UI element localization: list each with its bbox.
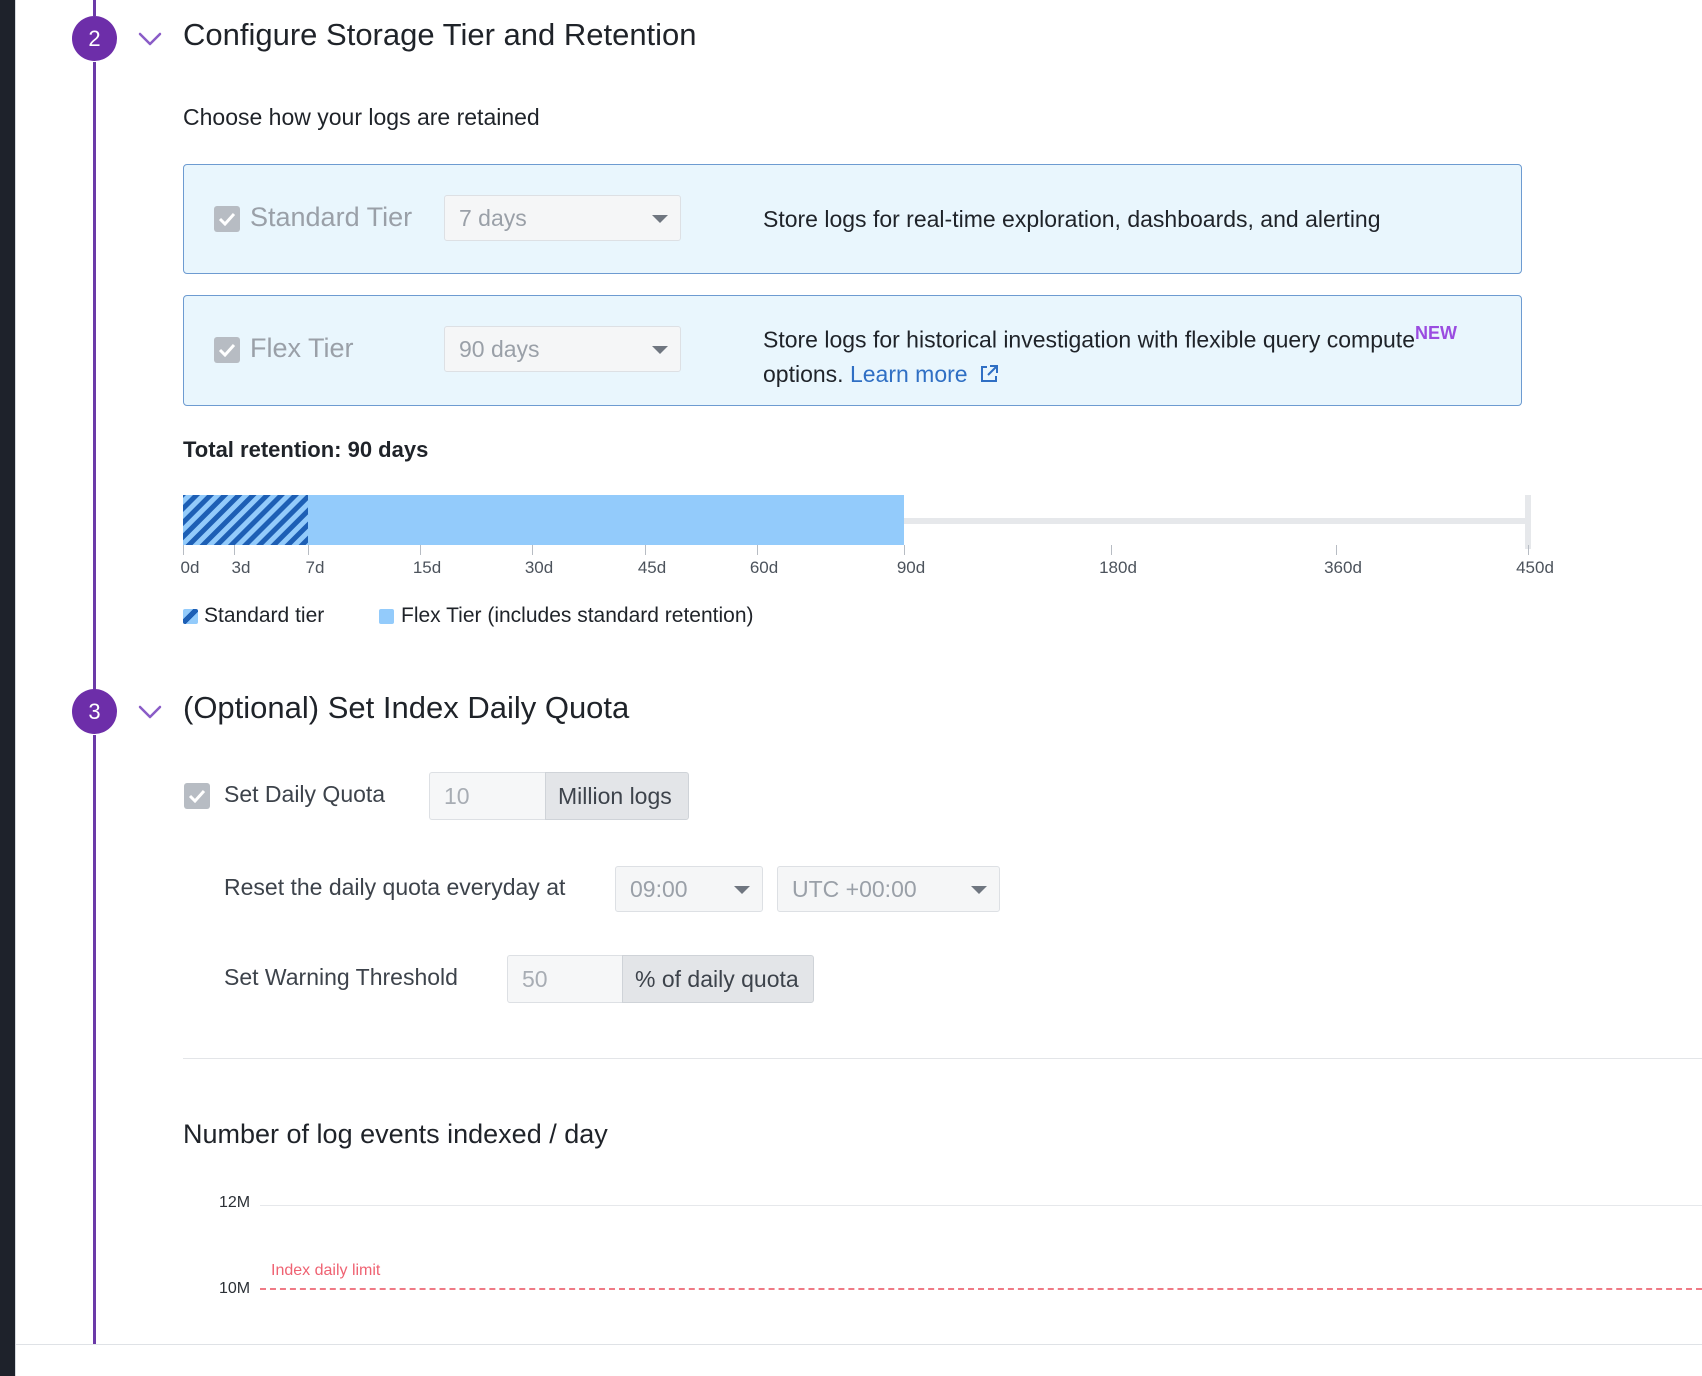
standard-tier-checkbox[interactable] (214, 206, 240, 232)
warning-threshold-input[interactable]: 50 (507, 955, 622, 1003)
retention-track-end (1525, 495, 1531, 549)
retention-bar-chart (183, 495, 1531, 549)
flex-retention-select[interactable]: 90 days (444, 326, 681, 372)
external-link-icon (980, 364, 998, 382)
daily-quota-unit: Million logs (545, 772, 689, 820)
section-divider (183, 1058, 1702, 1059)
retention-tick (183, 545, 184, 555)
flex-retention-value: 90 days (459, 335, 540, 362)
step-number: 3 (88, 698, 101, 724)
index-daily-limit-line (260, 1288, 1702, 1290)
footer-divider (16, 1344, 1702, 1345)
checkmark-icon (218, 343, 236, 357)
limit-label: Index daily limit (271, 1262, 381, 1279)
retention-tick (420, 545, 421, 555)
section-title: Configure Storage Tier and Retention (183, 17, 697, 52)
daily-quota-label: Set Daily Quota (224, 781, 386, 807)
flex-description-text: Store logs for historical investigation … (763, 326, 1415, 353)
retention-tick (645, 545, 646, 555)
window-edge-line (15, 0, 16, 1376)
standard-retention-bar (183, 495, 308, 545)
legend-flex-swatch (379, 609, 394, 624)
chevron-down-icon[interactable] (138, 705, 162, 719)
learn-more-label: Learn more (849, 360, 968, 387)
retention-tick (234, 545, 235, 555)
caret-down-icon (971, 886, 987, 894)
section-title: (Optional) Set Index Daily Quota (183, 690, 630, 725)
daily-quota-input[interactable]: 10 (429, 772, 545, 820)
timezone-value: UTC +00:00 (792, 875, 917, 902)
warning-threshold-input-group: 50 % of daily quota (507, 955, 814, 1003)
section-subtitle: Choose how your logs are retained (183, 104, 540, 130)
total-retention: Total retention: 90 days (183, 437, 429, 462)
retention-tick-label: 30d (524, 558, 554, 577)
warning-threshold-label: Set Warning Threshold (224, 964, 458, 990)
checkmark-icon (218, 212, 236, 226)
retention-tick (904, 545, 905, 555)
legend-standard-label: Standard tier (204, 604, 325, 627)
step-number: 2 (88, 25, 101, 51)
retention-tick-label: 15d (412, 558, 442, 577)
learn-more-link[interactable]: Learn more (850, 361, 1000, 387)
retention-tick-label: 45d (637, 558, 667, 577)
caret-down-icon (734, 886, 750, 894)
retention-tick-label: 60d (749, 558, 779, 577)
standard-retention-value: 7 days (459, 204, 527, 231)
retention-tick-label: 90d (896, 558, 926, 577)
retention-tick-label: 3d (231, 558, 251, 577)
legend-flex-label: Flex Tier (includes standard retention) (401, 604, 754, 627)
retention-tick-label: 360d (1324, 558, 1362, 577)
daily-quota-checkbox[interactable] (184, 783, 210, 809)
chevron-down-icon[interactable] (138, 32, 162, 46)
timezone-select[interactable]: UTC +00:00 (777, 866, 1000, 912)
daily-quota-input-group: 10 Million logs (429, 772, 689, 820)
stepper-line-step2 (93, 62, 96, 690)
standard-retention-select[interactable]: 7 days (444, 195, 681, 241)
chart-title: Number of log events indexed / day (183, 1119, 608, 1149)
standard-tier-label: Standard Tier (250, 202, 413, 232)
caret-down-icon (652, 215, 668, 223)
stepper-line-top (93, 0, 96, 16)
window-dark-edge (0, 0, 15, 1376)
retention-tick (757, 545, 758, 555)
retention-tick-label: 0d (180, 558, 200, 577)
retention-tick (1336, 545, 1337, 555)
caret-down-icon (652, 346, 668, 354)
retention-tick (532, 545, 533, 555)
flex-tier-description: Store logs for historical investigation … (763, 316, 1523, 391)
y-grid-line (260, 1205, 1702, 1206)
warning-threshold-unit: % of daily quota (622, 955, 814, 1003)
reset-time-select[interactable]: 09:00 (615, 866, 763, 912)
retention-tick (1528, 545, 1529, 555)
retention-tick-label: 450d (1516, 558, 1554, 577)
flex-description-cont: options. (763, 360, 844, 387)
y-tick-label: 10M (219, 1280, 251, 1297)
retention-tick-label: 7d (305, 558, 325, 577)
flex-tier-checkbox[interactable] (214, 337, 240, 363)
y-tick-label: 12M (219, 1194, 251, 1211)
stepper-line-step3 (93, 735, 96, 1344)
step-number-badge: 3 (72, 689, 117, 734)
checkmark-icon (188, 789, 206, 803)
retention-tick-label: 180d (1099, 558, 1137, 577)
reset-time-value: 09:00 (630, 875, 688, 902)
step-number-badge: 2 (72, 16, 117, 61)
standard-tier-description: Store logs for real-time exploration, da… (763, 206, 1381, 232)
reset-quota-label: Reset the daily quota everyday at (224, 874, 566, 900)
new-badge: NEW (1415, 323, 1457, 343)
retention-tick (1111, 545, 1112, 555)
retention-tick (308, 545, 309, 555)
legend-standard-swatch (183, 609, 198, 624)
flex-tier-label: Flex Tier (250, 333, 354, 363)
